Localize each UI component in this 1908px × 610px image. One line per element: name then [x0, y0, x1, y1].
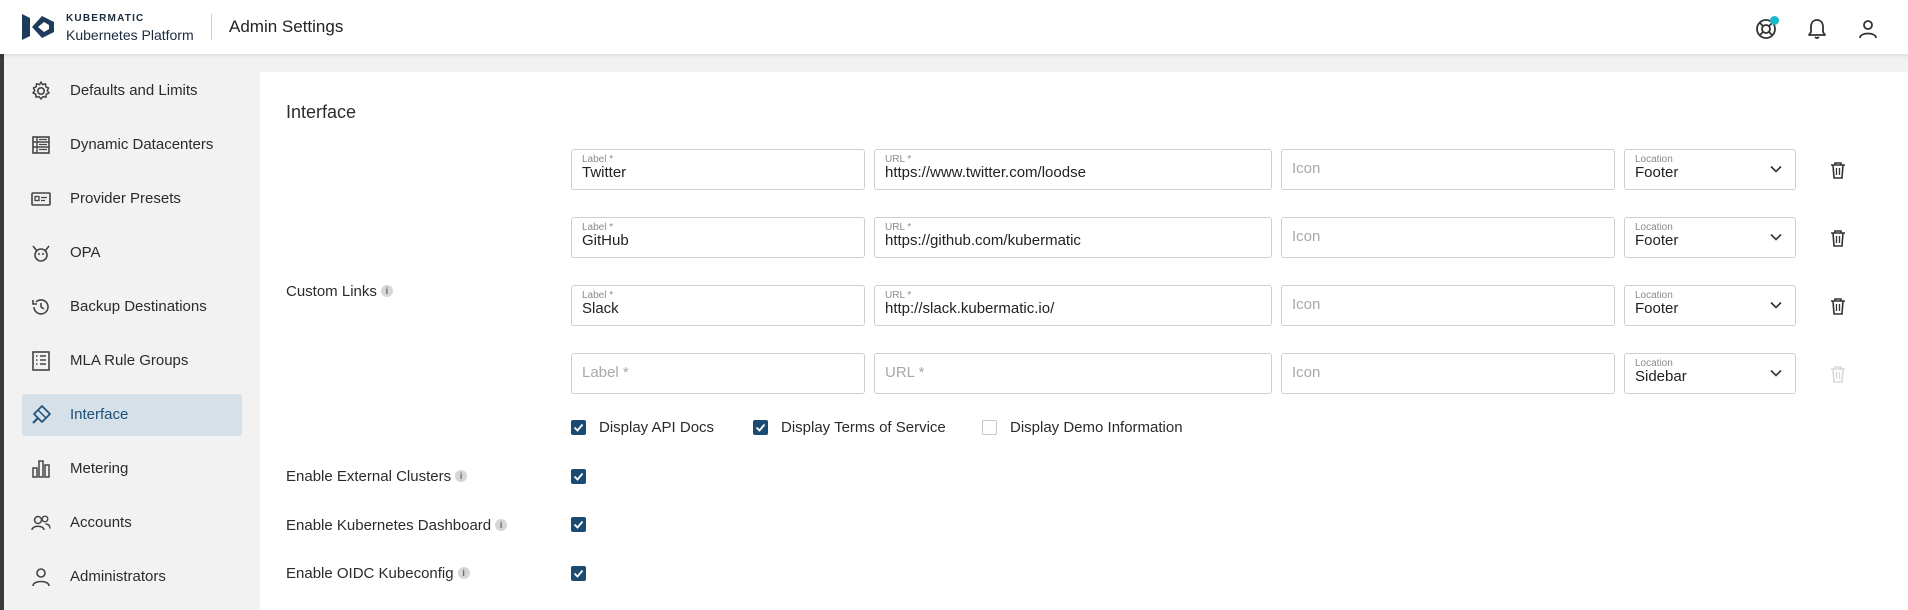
trash-icon [1831, 230, 1845, 247]
link-location-select[interactable]: Location Footer [1624, 285, 1796, 326]
new-link-label-input[interactable]: Label * [571, 353, 865, 394]
list-icon [30, 350, 52, 372]
brush-icon [30, 404, 52, 426]
display-terms-checkbox[interactable] [753, 420, 768, 435]
users-icon [30, 512, 52, 534]
link-icon-field[interactable]: Icon [1281, 149, 1615, 190]
account-icon[interactable] [1856, 17, 1880, 41]
trash-icon [1831, 366, 1845, 383]
header-divider [211, 14, 212, 40]
section-title: Interface [286, 102, 357, 122]
sidebar-item-provider-presets[interactable]: Provider Presets [22, 178, 242, 220]
new-link-icon-input[interactable]: Icon [1281, 353, 1615, 394]
sidebar-item-administrators[interactable]: Administrators [22, 556, 242, 598]
new-link-url-input[interactable]: URL * [874, 353, 1272, 394]
sidebar-item-interface[interactable]: Interface [22, 394, 242, 436]
display-terms-label: Display Terms of Service [781, 419, 946, 436]
custom-links-label: Custom Links i [286, 283, 393, 300]
bar-chart-icon [30, 458, 52, 480]
link-label-field[interactable]: Label * Slack [571, 285, 865, 326]
link-url-field[interactable]: URL * http://slack.kubermatic.io/ [874, 285, 1272, 326]
datacenter-icon [30, 134, 52, 156]
info-icon[interactable]: i [495, 519, 508, 532]
link-location-select[interactable]: Location Footer [1624, 217, 1796, 258]
sidebar-item-defaults-and-limits[interactable]: Defaults and Limits [22, 70, 242, 112]
kubermatic-logo-icon[interactable] [22, 14, 54, 40]
link-label-field[interactable]: Label * GitHub [571, 217, 865, 258]
check-icon [573, 520, 584, 529]
delete-link-button[interactable] [1829, 160, 1847, 180]
link-icon-field[interactable]: Icon [1281, 217, 1615, 258]
sidebar-item-label: Metering [70, 460, 129, 477]
display-api-docs-label: Display API Docs [599, 419, 715, 436]
sidebar-item-label: Accounts [70, 514, 132, 531]
enable-external-clusters-label: Enable External Clusters i [286, 468, 468, 485]
check-icon [573, 423, 584, 432]
link-url-field[interactable]: URL * https://www.twitter.com/loodse [874, 149, 1272, 190]
page-title: Admin Settings [229, 17, 344, 36]
display-demo-info-label: Display Demo Information [1010, 419, 1183, 436]
sidebar-item-label: MLA Rule Groups [70, 352, 189, 369]
chevron-down-icon [1769, 230, 1783, 244]
preset-card-icon [30, 188, 52, 210]
brand-name: KUBERMATIC [66, 13, 145, 24]
sidebar-item-label: Backup Destinations [70, 298, 207, 315]
brand-subtitle: Kubernetes Platform [66, 27, 194, 43]
sidebar-item-dynamic-datacenters[interactable]: Dynamic Datacenters [22, 124, 242, 166]
notifications-icon[interactable] [1805, 17, 1829, 41]
sidebar-item-label: Provider Presets [70, 190, 181, 207]
link-icon-field[interactable]: Icon [1281, 285, 1615, 326]
help-icon[interactable] [1754, 16, 1779, 41]
sidebar-item-label: OPA [70, 244, 101, 261]
sidebar-item-label: Dynamic Datacenters [70, 136, 214, 153]
chevron-down-icon [1769, 162, 1783, 176]
check-icon [755, 423, 766, 432]
sidebar-item-mla-rule-groups[interactable]: MLA Rule Groups [22, 340, 242, 382]
enable-kubernetes-dashboard-label: Enable Kubernetes Dashboard i [286, 517, 508, 534]
sidebar-item-backup-destinations[interactable]: Backup Destinations [22, 286, 242, 328]
check-icon [573, 569, 584, 578]
opa-icon [30, 242, 52, 264]
enable-oidc-kubeconfig-label: Enable OIDC Kubeconfig i [286, 565, 470, 582]
link-location-select[interactable]: Location Footer [1624, 149, 1796, 190]
trash-icon [1831, 162, 1845, 179]
sidebar-item-accounts[interactable]: Accounts [22, 502, 242, 544]
delete-link-button[interactable] [1829, 296, 1847, 316]
enable-kubernetes-dashboard-checkbox[interactable] [571, 517, 586, 532]
display-demo-info-checkbox[interactable] [982, 420, 997, 435]
trash-icon [1831, 298, 1845, 315]
sidebar-item-metering[interactable]: Metering [22, 448, 242, 490]
gear-icon [30, 80, 52, 102]
enable-external-clusters-checkbox[interactable] [571, 469, 586, 484]
chevron-down-icon [1769, 298, 1783, 312]
new-link-location-select[interactable]: Location Sidebar [1624, 353, 1796, 394]
enable-oidc-kubeconfig-checkbox[interactable] [571, 566, 586, 581]
top-header: KUBERMATIC Kubernetes Platform Admin Set… [0, 0, 1908, 54]
display-api-docs-checkbox[interactable] [571, 420, 586, 435]
notification-dot [1770, 16, 1779, 25]
check-icon [573, 472, 584, 481]
sidebar-item-label: Interface [70, 406, 129, 423]
sidebar-item-label: Administrators [70, 568, 166, 585]
sidebar: Defaults and Limits Dynamic Datacenters … [0, 54, 259, 610]
link-url-field[interactable]: URL * https://github.com/kubermatic [874, 217, 1272, 258]
sidebar-item-label: Defaults and Limits [70, 82, 198, 99]
chevron-down-icon [1769, 366, 1783, 380]
interface-settings-card: Interface Custom Links i Label * Twitter … [260, 72, 1908, 610]
info-icon[interactable]: i [457, 567, 470, 580]
info-icon[interactable]: i [380, 285, 393, 298]
user-icon [30, 566, 52, 588]
delete-link-button-disabled [1829, 364, 1847, 384]
info-icon[interactable]: i [455, 470, 468, 483]
delete-link-button[interactable] [1829, 228, 1847, 248]
sidebar-item-opa[interactable]: OPA [22, 232, 242, 274]
history-icon [30, 296, 52, 318]
link-label-field[interactable]: Label * Twitter [571, 149, 865, 190]
